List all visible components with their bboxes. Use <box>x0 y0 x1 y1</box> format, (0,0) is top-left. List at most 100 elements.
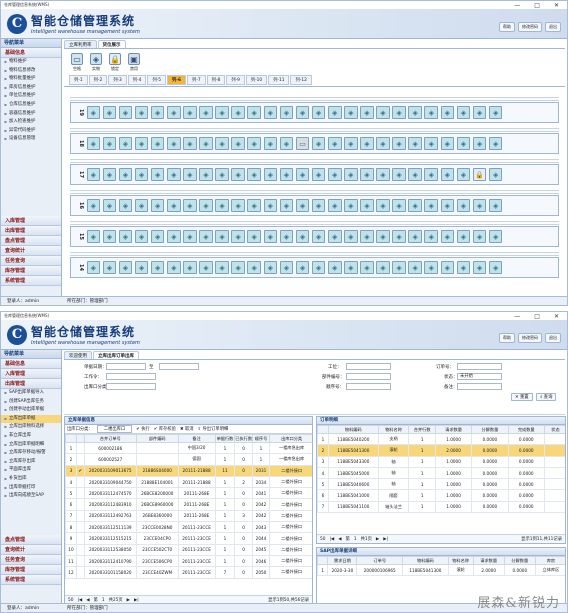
storage-cell[interactable]: ◈ <box>199 137 213 150</box>
nav-section[interactable]: 基础信息 <box>1 359 61 369</box>
storage-cell[interactable]: ◈ <box>134 106 149 119</box>
nav-item[interactable]: 容器信息维护 <box>1 110 61 119</box>
column-header[interactable]: 物料名称 <box>447 556 474 565</box>
column-tab[interactable]: 列-1 <box>69 75 88 85</box>
storage-cell[interactable]: ◈ <box>424 168 439 181</box>
storage-cell[interactable]: ◈ <box>408 199 422 212</box>
storage-cell[interactable]: ◈ <box>102 199 117 212</box>
storage-cell[interactable]: ◈ <box>166 168 181 181</box>
nav-item[interactable]: 加入检查维护 <box>1 118 61 127</box>
storage-cell[interactable]: ◈ <box>150 168 165 181</box>
storage-cell[interactable]: ◈ <box>166 106 181 119</box>
storage-cell[interactable]: ◈ <box>166 261 181 274</box>
table-row[interactable]: 4 118BE5045000 轴 1 1.0000 0.0000 0.0000 <box>317 466 565 480</box>
nav-item[interactable]: 出库向成绩至SAP <box>1 492 61 501</box>
storage-cell[interactable]: ◈ <box>295 261 310 274</box>
nav-section[interactable]: 盘点管理 <box>1 235 61 246</box>
storage-cell[interactable]: ◈ <box>150 137 165 150</box>
table-row[interactable]: 2 600002527 德国 1 0 1 一楼库急出库 <box>65 453 312 466</box>
search-button[interactable]: ⌕ 查询 <box>536 393 557 401</box>
storage-cell[interactable]: ◈ <box>311 199 326 212</box>
storage-cell[interactable]: ◈ <box>376 261 390 274</box>
storage-cell[interactable]: ◈ <box>183 230 197 243</box>
storage-cell[interactable]: ◈ <box>102 137 117 150</box>
storage-cell[interactable]: ◈ <box>102 230 117 243</box>
close-button[interactable]: ✕ <box>554 313 559 320</box>
column-header[interactable] <box>65 434 77 443</box>
storage-cell[interactable]: ◈ <box>231 261 245 274</box>
storage-cell[interactable]: ◈ <box>86 168 101 181</box>
column-header[interactable]: 合并订单号 <box>83 434 138 443</box>
table-row[interactable]: 11 2020033112410790 23CCE506CP0 20111-23CCE… <box>65 554 312 568</box>
nav-section[interactable]: 出库管理 <box>1 225 61 236</box>
storage-cell[interactable]: ◈ <box>456 106 471 119</box>
storage-cell[interactable]: ◈ <box>488 106 503 119</box>
storage-cell[interactable]: ◈ <box>344 261 358 274</box>
storage-cell[interactable]: ◈ <box>408 261 422 274</box>
storage-cell[interactable]: ◈ <box>327 168 342 181</box>
table-row[interactable]: 2 118BE5041300 滚轮 1 2.0000 0.0000 0.0000 <box>317 444 565 457</box>
table-row[interactable]: 7 118BE5041100 轴头法兰 1 1.0000 0.0000 0.0000 <box>317 500 565 514</box>
storage-cell[interactable]: ◈ <box>279 168 294 181</box>
storage-cell[interactable]: ◈ <box>392 168 406 181</box>
execute-button[interactable]: ✔ 执行 <box>136 426 150 432</box>
storage-cell[interactable]: ◈ <box>183 106 197 119</box>
storage-cell[interactable]: ◈ <box>231 199 245 212</box>
column-header[interactable] <box>317 556 329 565</box>
change-password-button[interactable]: 修改密码 <box>518 22 542 32</box>
column-header[interactable]: 单据行数 <box>214 434 236 443</box>
nav-item[interactable]: 立库出库物料选择 <box>1 423 61 432</box>
nav-section[interactable]: 任务查询 <box>1 554 61 565</box>
storage-cell[interactable]: ◈ <box>408 230 422 243</box>
nav-section[interactable]: 库存管理 <box>1 265 61 276</box>
column-header[interactable] <box>317 425 330 434</box>
tab-utilization[interactable]: 立库利用率 <box>64 40 97 48</box>
nav-item[interactable]: 物料维护 <box>1 58 61 67</box>
storage-cell[interactable]: ◈ <box>472 199 487 212</box>
nav-section[interactable]: 盘点管理 <box>1 534 61 545</box>
nav-item[interactable]: 单位信息维护 <box>1 92 61 101</box>
column-tab[interactable]: 列-5 <box>147 75 166 85</box>
storage-cell[interactable]: ◈ <box>440 230 455 243</box>
storage-cell[interactable]: ◈ <box>86 230 101 243</box>
nav-item[interactable]: 异常代码维护 <box>1 127 61 136</box>
storage-cell[interactable]: ◈ <box>102 106 117 119</box>
table-row[interactable]: 12 2020033101158020 23CCE40ZWM 20111-23CCE 7… <box>65 566 312 579</box>
storage-cell[interactable]: ◈ <box>215 199 229 212</box>
nav-item[interactable]: 创建手动出库单据 <box>1 406 61 415</box>
nav-item[interactable]: 设备信息管理 <box>1 135 61 144</box>
storage-cell[interactable]: ◈ <box>199 261 213 274</box>
storage-cell[interactable]: ◈ <box>247 230 262 243</box>
storage-cell[interactable]: ◈ <box>344 106 358 119</box>
table-row[interactable]: 7 2020033112492763 26BE8360000 20111-268E 1 3… <box>65 509 312 523</box>
table-row[interactable]: 5 118BE5040600 轴 1 1.0000 0.0000 0.0000 <box>317 478 565 491</box>
storage-cell[interactable]: ◈ <box>263 230 278 243</box>
column-tab[interactable]: 列-6 <box>166 75 187 85</box>
export-button[interactable]: ⇪ 导出订单明细 <box>198 426 229 432</box>
storage-cell[interactable]: ◈ <box>150 106 165 119</box>
nav-item[interactable]: 非立库出库 <box>1 432 61 441</box>
storage-cell[interactable]: ◈ <box>408 106 422 119</box>
storage-cell[interactable]: ◈ <box>456 230 471 243</box>
storage-cell[interactable]: ◈ <box>472 261 487 274</box>
storage-cell[interactable]: ◈ <box>118 230 133 243</box>
column-header[interactable]: 顺序号 <box>251 434 271 443</box>
storage-cell[interactable]: ◈ <box>295 199 310 212</box>
storage-cell[interactable]: ◈ <box>424 137 439 150</box>
storage-cell[interactable]: ◈ <box>279 137 294 150</box>
storage-cell[interactable]: ◈ <box>488 168 503 181</box>
storage-cell[interactable]: ◈ <box>488 261 503 274</box>
storage-cell[interactable]: ◈ <box>408 168 422 181</box>
storage-cell[interactable]: ◈ <box>344 199 358 212</box>
tab-location-display[interactable]: 货位展示 <box>97 40 126 48</box>
nav-item[interactable]: SAP出库单据导入 <box>1 389 61 398</box>
storage-cell[interactable]: ◈ <box>263 168 278 181</box>
storage-cell[interactable]: ◈ <box>247 137 262 150</box>
storage-cell[interactable]: ◈ <box>166 199 181 212</box>
column-header[interactable]: 完成数量 <box>507 425 545 434</box>
column-tab[interactable]: 列-10 <box>245 75 268 85</box>
storage-cell[interactable]: ◈ <box>166 230 181 243</box>
storage-cell[interactable]: ◈ <box>215 230 229 243</box>
nav-section[interactable]: 库存管理 <box>1 564 61 575</box>
column-header[interactable]: 请求数量 <box>472 556 505 565</box>
